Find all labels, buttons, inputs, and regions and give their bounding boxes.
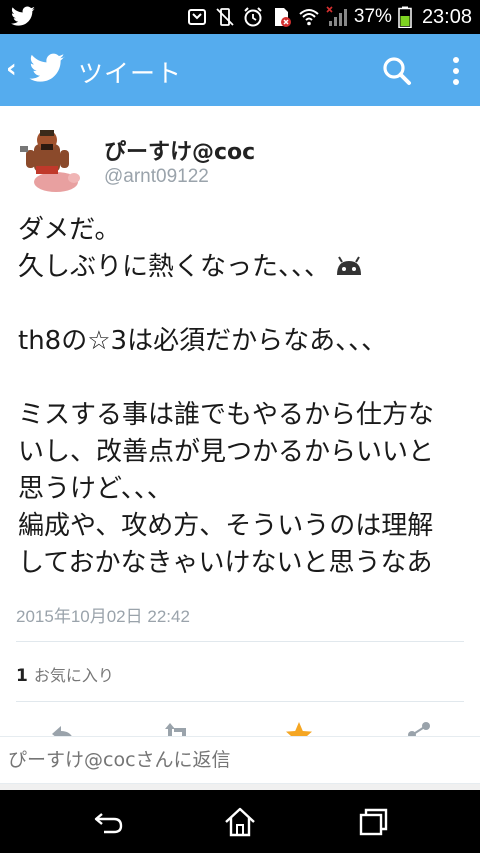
favorites-number: 1: [16, 666, 28, 686]
wifi-icon: [299, 9, 319, 26]
tweet-line: th8の☆3は必須だからなあ、、、: [18, 326, 388, 356]
tweet-line: ダメだ。: [18, 215, 121, 245]
home-nav-icon[interactable]: [220, 806, 260, 838]
nfc-icon: [187, 9, 206, 25]
recents-nav-icon[interactable]: [352, 806, 392, 838]
tweet-line: 久しぶりに熱くなった、、、: [18, 252, 331, 282]
tweet-timestamp: 2015年10月02日 22:42: [16, 607, 190, 626]
tweet-line: ミスする事は誰でもやるから仕方な: [18, 400, 435, 430]
battery-percent: 37%: [353, 6, 392, 27]
page-title: ツイート: [78, 59, 183, 88]
back-chevron-icon[interactable]: ‹: [6, 56, 17, 82]
android-icon: [337, 256, 362, 275]
tweet-text: ダメだ。 久しぶりに熱くなった、、、 th8の☆3は必須だからなあ、、、 ミスす…: [18, 212, 470, 582]
reply-input[interactable]: [8, 745, 468, 775]
twitter-bird-icon[interactable]: [28, 52, 66, 86]
tweet-actions: [0, 712, 480, 738]
navigation-bar: [0, 790, 480, 853]
twitter-notification-icon: [10, 6, 35, 26]
battery-icon: [398, 6, 412, 28]
avatar[interactable]: [16, 126, 84, 194]
search-icon[interactable]: [380, 54, 414, 88]
sim-error-icon: [274, 8, 291, 27]
tweet-line: しておかなきゃいけないと思うなあ: [18, 548, 433, 578]
app-bar: ‹ ツイート: [0, 34, 480, 106]
tweet-line: 編成や、攻め方、そういうのは理解: [18, 511, 434, 541]
favorites-label: お気に入り: [33, 666, 114, 685]
signal-icon: [326, 6, 347, 26]
reply-bar: [0, 736, 480, 784]
status-bar: 37% 23:08: [0, 0, 480, 34]
display-name[interactable]: ぴーすけ@coc: [104, 134, 255, 166]
favorites-count[interactable]: 1 お気に入り: [16, 662, 114, 686]
vibrate-off-icon: [216, 8, 234, 26]
tweet-line-with-emoji: 久しぶりに熱くなった、、、: [18, 249, 470, 286]
clock: 23:08: [421, 5, 472, 28]
divider: [16, 641, 464, 642]
divider: [16, 701, 464, 702]
tweet-line: いし、改善点が見つかるからいいと: [18, 437, 435, 467]
more-vert-icon[interactable]: [445, 52, 467, 90]
back-nav-icon[interactable]: [88, 806, 128, 838]
alarm-icon: [244, 7, 262, 27]
tweet-line: 思うけど、、、: [18, 474, 173, 504]
user-handle[interactable]: @arnt09122: [104, 166, 209, 188]
